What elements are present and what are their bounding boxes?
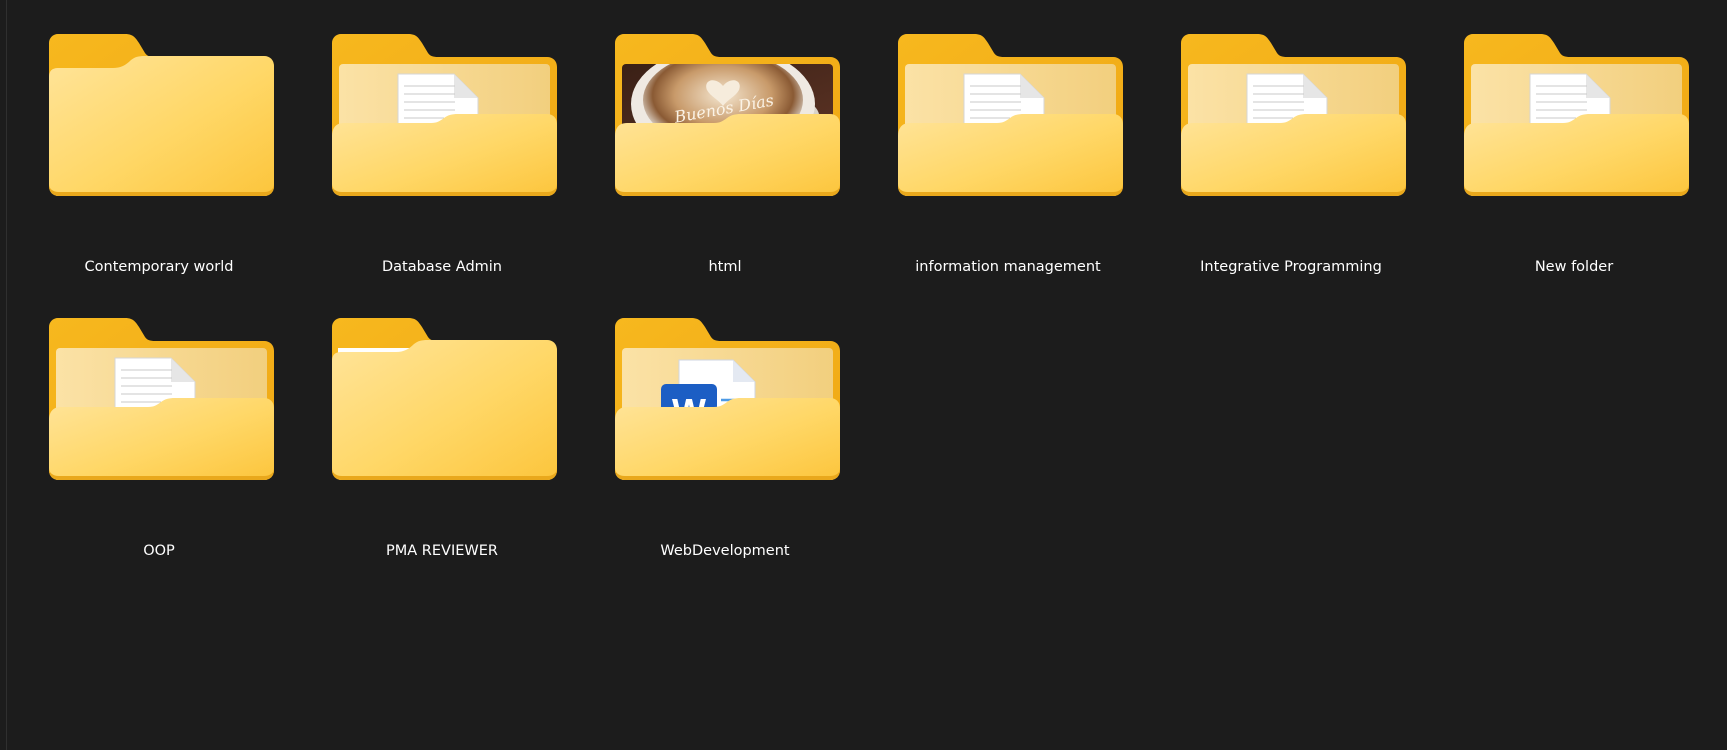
folder-name: Integrative Programming (1200, 259, 1382, 275)
folder-item[interactable]: Integrative Programming (1170, 24, 1412, 286)
folder-name: New folder (1534, 259, 1614, 275)
folder-name: Database Admin (381, 259, 502, 275)
folder-item[interactable]: Database Admin (321, 24, 563, 286)
folder-name: OOP (143, 543, 175, 559)
folder-icon (49, 34, 274, 212)
folder-name: Contemporary world (84, 259, 234, 275)
folder-icon: W (615, 318, 840, 496)
folder-name: PMA REVIEWER (386, 543, 498, 559)
folder-icon (1181, 34, 1406, 212)
folder-item[interactable]: PMA REVIEWER (321, 308, 563, 570)
folder-name: html (708, 259, 742, 275)
navigation-pane-divider (6, 0, 7, 750)
folder-item[interactable]: Contemporary world (38, 24, 280, 286)
folder-item[interactable]: W WebDevelopment (604, 308, 846, 570)
folder-icon (332, 318, 557, 496)
folder-icon: Buenos Días (615, 34, 840, 212)
folder-item[interactable]: Buenos Días html (604, 24, 846, 286)
folder-icon (332, 34, 557, 212)
folder-item[interactable]: information management (887, 24, 1129, 286)
folder-item[interactable]: OOP (38, 308, 280, 570)
file-grid: Contemporary world Database Admin Buenos D… (38, 24, 1695, 570)
folder-name: WebDevelopment (660, 543, 790, 559)
folder-icon (898, 34, 1123, 212)
folder-icon (49, 318, 274, 496)
folder-item[interactable]: New folder (1453, 24, 1695, 286)
folder-name: information management (915, 259, 1101, 275)
folder-icon (1464, 34, 1689, 212)
